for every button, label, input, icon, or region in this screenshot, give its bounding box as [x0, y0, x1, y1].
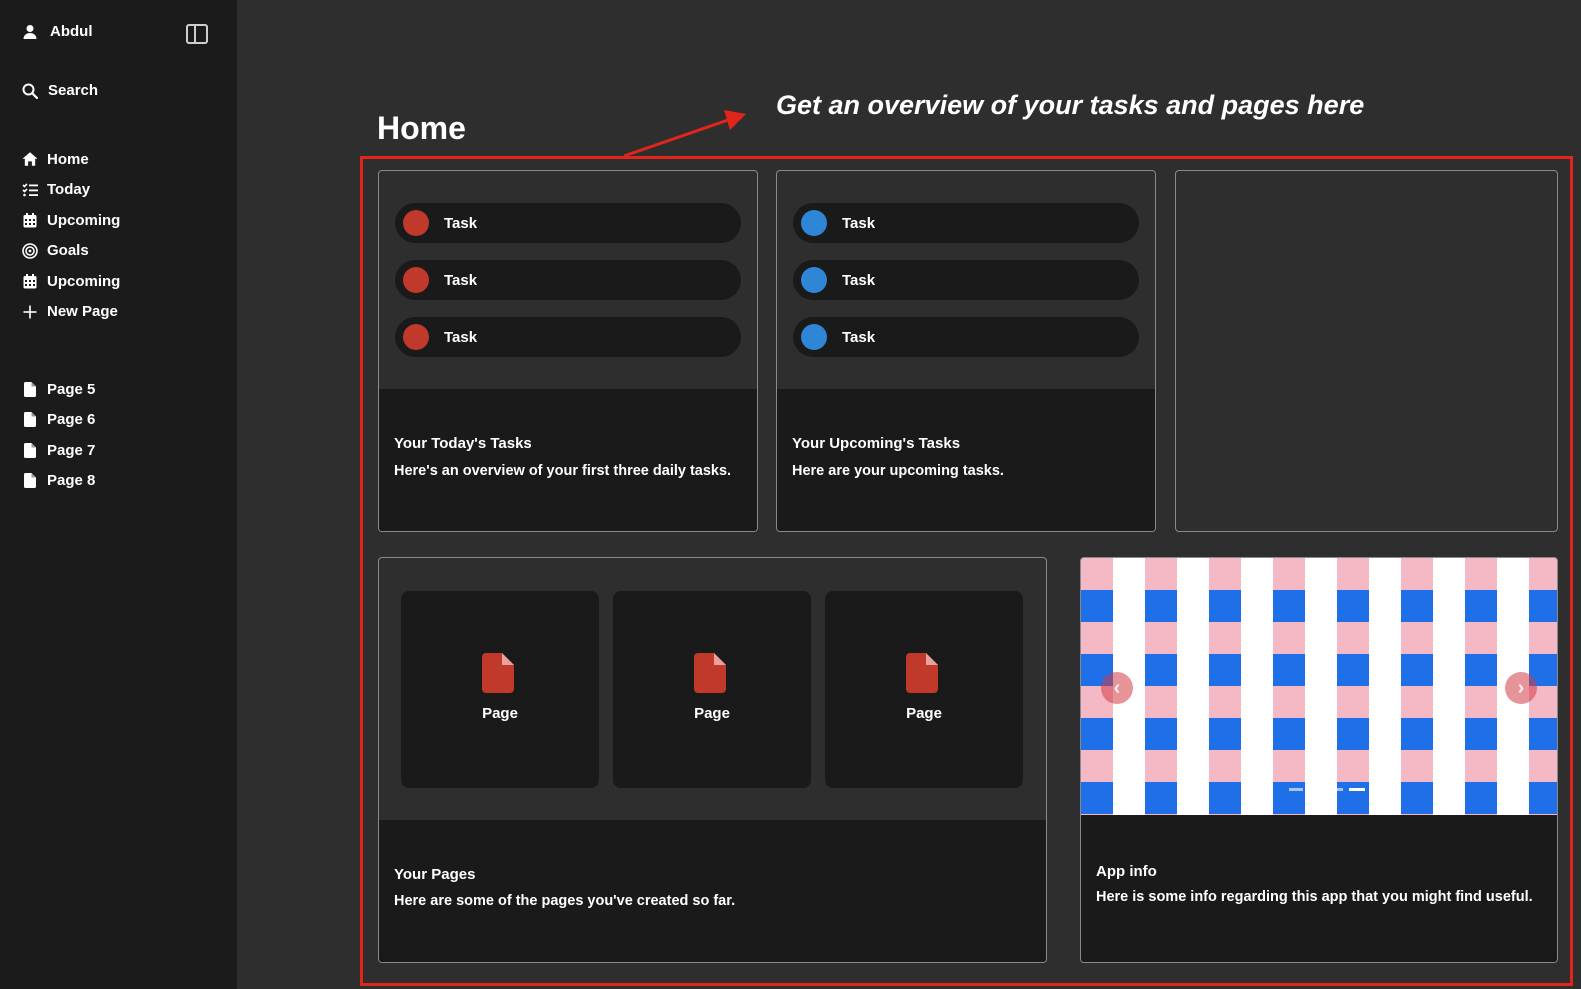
carousel-prev-icon[interactable]: ‹ — [1101, 672, 1133, 704]
file-icon — [22, 473, 38, 489]
target-icon — [22, 242, 38, 259]
carousel-dot[interactable] — [1309, 788, 1323, 791]
app-info-card[interactable]: ‹ › App info Here is some info regarding… — [1080, 557, 1558, 963]
page-tile[interactable]: Page — [401, 591, 599, 788]
sidebar-item-page-6[interactable]: Page 6 — [22, 405, 95, 436]
plus-icon — [22, 304, 38, 320]
task-item[interactable]: Task — [793, 203, 1139, 243]
page-tile[interactable]: Page — [613, 591, 811, 788]
carousel-indicators[interactable] — [1289, 788, 1365, 791]
task-label: Task — [444, 214, 478, 232]
task-label: Task — [444, 271, 478, 289]
card-footer: Your Today's Tasks Here's an overview of… — [379, 389, 757, 531]
checklist-icon — [22, 182, 38, 198]
sidebar-item-label: Upcoming — [47, 211, 121, 229]
sidebar-item-new-page[interactable]: New Page — [22, 297, 120, 328]
user-name: Abdul — [50, 23, 93, 40]
task-item[interactable]: Task — [395, 317, 741, 357]
annotation-text: Get an overview of your tasks and pages … — [776, 90, 1365, 120]
page-tile[interactable]: Page — [825, 591, 1023, 788]
sidebar-item-label: Page 7 — [47, 441, 96, 459]
sidebar-item-goals[interactable]: Goals — [22, 236, 120, 267]
sidebar-item-today[interactable]: Today — [22, 175, 120, 206]
task-status-icon — [801, 324, 827, 350]
sidebar: Abdul Search Home Today Upcoming Goals U… — [0, 0, 237, 989]
sidebar-item-label: Page 6 — [47, 411, 96, 429]
sidebar-item-label: New Page — [47, 303, 118, 321]
sidebar-item-label: Home — [47, 150, 89, 168]
card-footer: Your Pages Here are some of the pages yo… — [379, 820, 1046, 962]
task-label: Task — [842, 271, 876, 289]
file-icon — [22, 412, 38, 428]
sidebar-nav: Home Today Upcoming Goals Upcoming New P… — [22, 144, 120, 327]
task-label: Task — [842, 328, 876, 346]
page-tile-label: Page — [694, 705, 730, 722]
card-footer: App info Here is some info regarding thi… — [1081, 815, 1557, 962]
carousel-dot-active[interactable] — [1349, 788, 1365, 791]
upcoming-tasks-card[interactable]: Task Task Task Your Upcoming's Tasks Her… — [776, 170, 1156, 532]
your-pages-card[interactable]: Page Page Page Your Pages Here are some … — [378, 557, 1047, 963]
sidebar-item-label: Page 8 — [47, 472, 96, 490]
task-label: Task — [842, 214, 876, 232]
sidebar-toggle-icon[interactable] — [186, 24, 208, 44]
task-label: Task — [444, 328, 478, 346]
sidebar-pages: Page 5 Page 6 Page 7 Page 8 — [22, 374, 95, 496]
card-title: Your Upcoming's Tasks — [792, 435, 961, 452]
card-title: App info — [1096, 863, 1157, 880]
search-icon — [22, 83, 38, 99]
page-tile-label: Page — [482, 705, 518, 722]
task-status-icon — [403, 324, 429, 350]
app-root: Abdul Search Home Today Upcoming Goals U… — [0, 0, 1581, 989]
sidebar-item-page-8[interactable]: Page 8 — [22, 466, 95, 497]
home-icon — [22, 151, 38, 167]
sidebar-item-upcoming[interactable]: Upcoming — [22, 205, 120, 236]
sidebar-item-page-7[interactable]: Page 7 — [22, 435, 95, 466]
page-title: Home — [377, 110, 466, 146]
carousel-dot[interactable] — [1329, 788, 1343, 791]
sidebar-item-label: Goals — [47, 242, 89, 260]
sidebar-item-page-5[interactable]: Page 5 — [22, 374, 95, 405]
card-description: Here are your upcoming tasks. — [792, 463, 1004, 479]
card-title: Your Today's Tasks — [394, 435, 532, 452]
search-button[interactable]: Search — [22, 82, 98, 99]
carousel-next-icon[interactable]: › — [1505, 672, 1537, 704]
page-tile-label: Page — [906, 705, 942, 722]
card-description: Here's an overview of your first three d… — [394, 463, 732, 479]
carousel-image: ‹ › — [1081, 558, 1557, 817]
card-description: Here are some of the pages you've create… — [394, 893, 736, 909]
card-description: Here is some info regarding this app tha… — [1096, 889, 1533, 905]
sidebar-item-label: Upcoming — [47, 272, 121, 290]
task-status-icon — [403, 267, 429, 293]
file-icon — [22, 442, 38, 458]
task-status-icon — [801, 267, 827, 293]
annotation-arrow-icon — [623, 110, 746, 158]
sidebar-item-label: Page 5 — [47, 380, 96, 398]
search-label: Search — [48, 82, 99, 99]
task-item[interactable]: Task — [793, 317, 1139, 357]
user-menu[interactable]: Abdul — [22, 23, 93, 40]
today-tasks-card[interactable]: Task Task Task Your Today's Tasks Here's… — [378, 170, 758, 532]
card-title: Your Pages — [394, 866, 476, 883]
calendar-icon — [22, 273, 38, 289]
carousel-dot[interactable] — [1289, 788, 1303, 791]
empty-card[interactable] — [1175, 170, 1558, 532]
sidebar-item-label: Today — [47, 181, 91, 199]
card-footer: Your Upcoming's Tasks Here are your upco… — [777, 389, 1155, 531]
sidebar-item-upcoming-2[interactable]: Upcoming — [22, 266, 120, 297]
file-icon — [22, 381, 38, 397]
file-icon — [482, 653, 514, 693]
task-status-icon — [801, 210, 827, 236]
file-icon — [694, 653, 726, 693]
task-item[interactable]: Task — [395, 203, 741, 243]
task-status-icon — [403, 210, 429, 236]
task-item[interactable]: Task — [395, 260, 741, 300]
calendar-icon — [22, 212, 38, 228]
file-icon — [906, 653, 938, 693]
user-icon — [22, 24, 38, 40]
sidebar-item-home[interactable]: Home — [22, 144, 120, 175]
task-item[interactable]: Task — [793, 260, 1139, 300]
